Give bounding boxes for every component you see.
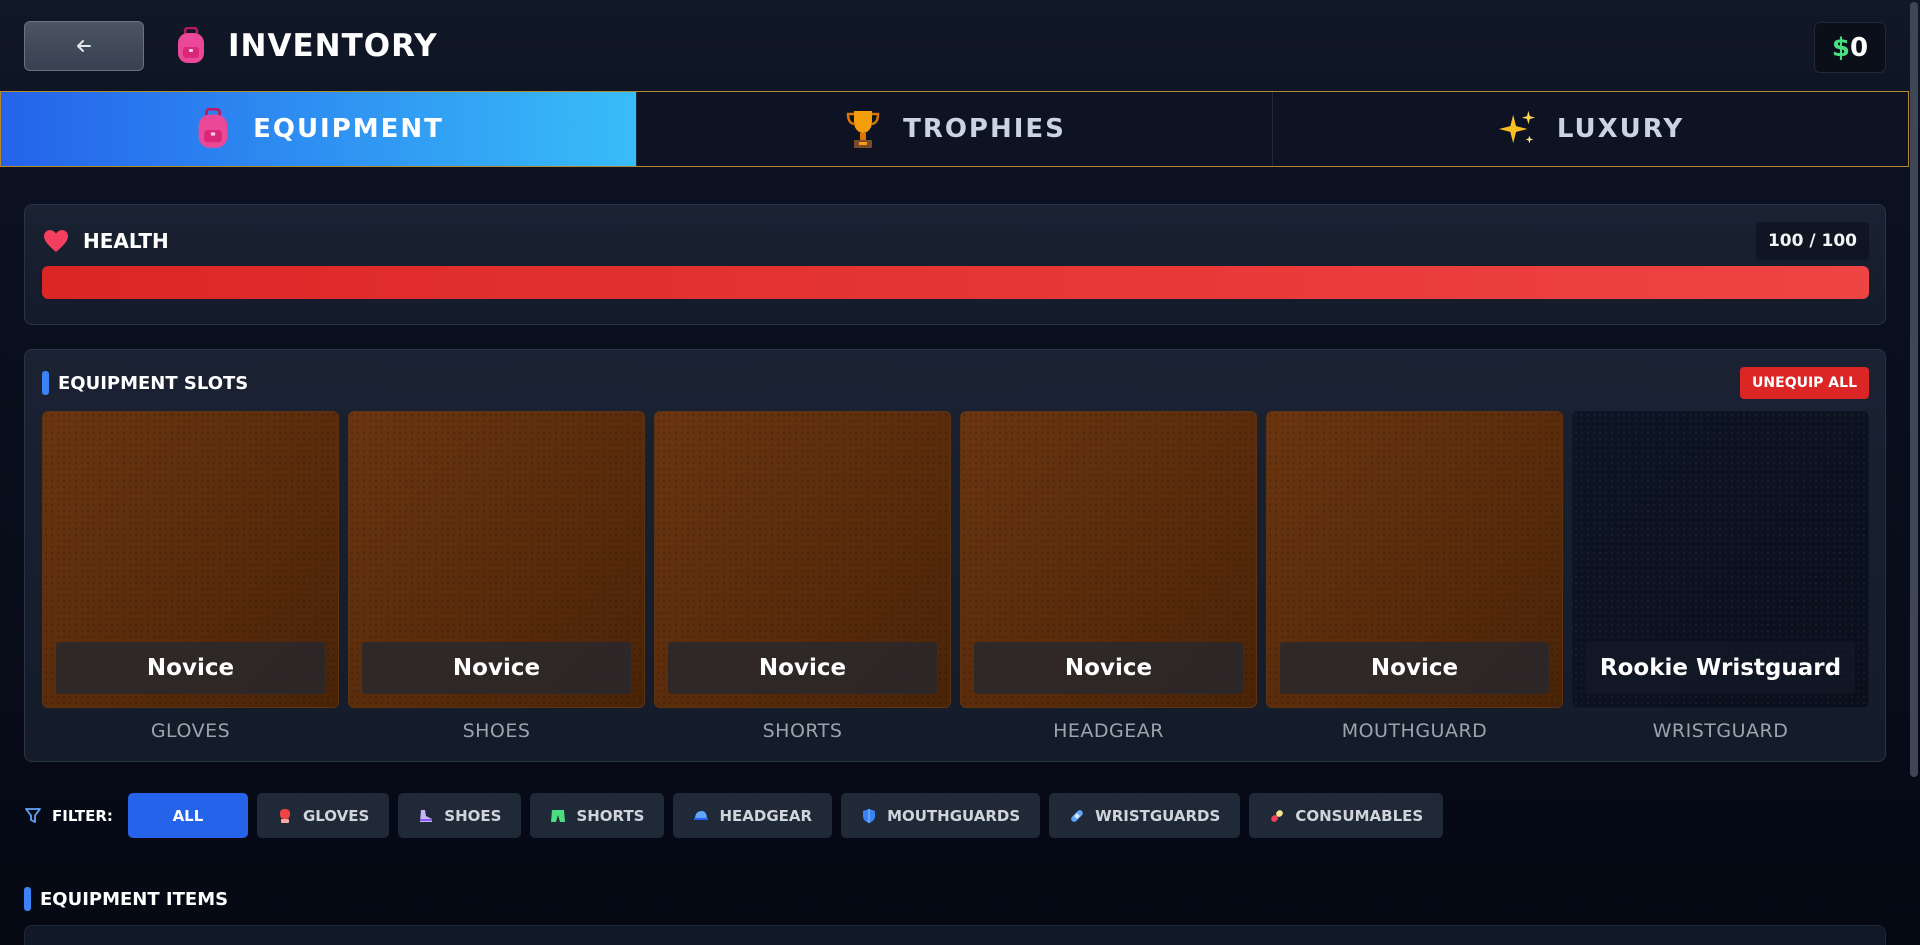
chip-label: HEADGEAR <box>719 806 813 825</box>
filter-chip-gloves[interactable]: GLOVES <box>256 793 390 838</box>
filter-chip-headgear[interactable]: HEADGEAR <box>673 793 833 838</box>
money-symbol: $ <box>1831 32 1850 63</box>
slot-mouthguard: Novice MOUTHGUARD <box>1266 411 1563 742</box>
tab-label: TROPHIES <box>903 114 1066 144</box>
slot-card[interactable]: Novice <box>348 411 645 708</box>
section-title-text: EQUIPMENT SLOTS <box>58 372 249 394</box>
bandage-icon <box>1069 808 1085 824</box>
heart-icon <box>43 227 71 255</box>
slot-grid: Novice GLOVES Novice SHOES Novice SHORTS… <box>42 411 1869 742</box>
sparkles-icon <box>1497 107 1537 151</box>
header: INVENTORY $ 0 <box>0 0 1920 92</box>
chip-label: SHOES <box>444 806 502 825</box>
boxing-glove-icon <box>277 808 293 824</box>
category-tabs: EQUIPMENT TROPHIES LUXURY <box>0 91 1909 167</box>
health-label: HEALTH <box>43 227 169 255</box>
equipment-items-panel <box>24 925 1886 945</box>
slot-card[interactable]: Novice <box>1266 411 1563 708</box>
filter-label-text: FILTER: <box>52 806 113 825</box>
slot-card[interactable]: Rookie Wristguard <box>1572 411 1869 708</box>
money-amount: 0 <box>1850 32 1869 63</box>
section-accent-bar <box>42 371 49 395</box>
shorts-icon <box>550 808 566 824</box>
chip-label: GLOVES <box>302 806 370 825</box>
slot-headgear: Novice HEADGEAR <box>960 411 1257 742</box>
unequip-all-button[interactable]: UNEQUIP ALL <box>1740 367 1869 399</box>
section-title: EQUIPMENT ITEMS <box>24 887 228 911</box>
backpack-icon <box>193 107 233 151</box>
section-title-text: EQUIPMENT ITEMS <box>40 888 229 910</box>
chip-label: ALL <box>172 806 204 825</box>
section-accent-bar <box>24 887 31 911</box>
slot-item-name: Novice <box>56 642 325 694</box>
slot-label: GLOVES <box>150 720 231 742</box>
slot-label: SHORTS <box>762 720 843 742</box>
scrollbar[interactable] <box>1910 2 1918 777</box>
slot-label: SHOES <box>462 720 531 742</box>
filter-chip-wristguards[interactable]: WRISTGUARDS <box>1049 793 1241 838</box>
filter-chip-mouthguards[interactable]: MOUTHGUARDS <box>841 793 1041 838</box>
back-button[interactable] <box>24 21 144 71</box>
slot-card[interactable]: Novice <box>960 411 1257 708</box>
trophy-icon <box>843 107 883 151</box>
slot-item-name: Novice <box>362 642 631 694</box>
health-value: 100 / 100 <box>1755 222 1869 260</box>
slot-shoes: Novice SHOES <box>348 411 645 742</box>
filter-chip-shoes[interactable]: SHOES <box>398 793 522 838</box>
slot-label: MOUTHGUARD <box>1341 720 1488 742</box>
slot-gloves: Novice GLOVES <box>42 411 339 742</box>
arrow-left-icon <box>77 40 91 52</box>
slot-item-name: Rookie Wristguard <box>1586 642 1855 694</box>
backpack-icon <box>174 26 208 66</box>
filter-icon <box>25 807 41 823</box>
health-label-text: HEALTH <box>83 229 169 253</box>
tab-trophies[interactable]: TROPHIES <box>637 92 1273 166</box>
page-title: INVENTORY <box>228 28 438 64</box>
slot-label: WRISTGUARD <box>1652 720 1789 742</box>
filter-chip-consumables[interactable]: CONSUMABLES <box>1249 793 1444 838</box>
money-display: $ 0 <box>1814 22 1886 73</box>
filter-chip-shorts[interactable]: SHORTS <box>530 793 665 838</box>
health-bar <box>42 266 1869 299</box>
slot-card[interactable]: Novice <box>42 411 339 708</box>
filter-label: FILTER: <box>24 807 113 825</box>
pill-icon <box>1269 808 1285 824</box>
slot-item-name: Novice <box>668 642 937 694</box>
cap-icon <box>693 808 709 824</box>
chip-label: SHORTS <box>576 806 645 825</box>
health-panel: HEALTH 100 / 100 <box>24 204 1886 325</box>
slot-wristguard: Rookie Wristguard WRISTGUARD <box>1572 411 1869 742</box>
tab-luxury[interactable]: LUXURY <box>1273 92 1908 166</box>
slot-label: HEADGEAR <box>1053 720 1164 742</box>
slot-item-name: Novice <box>1280 642 1549 694</box>
tab-equipment[interactable]: EQUIPMENT <box>1 92 637 166</box>
slot-card[interactable]: Novice <box>654 411 951 708</box>
health-bar-fill <box>42 266 1869 299</box>
tab-label: LUXURY <box>1556 114 1685 144</box>
chip-label: WRISTGUARDS <box>1095 806 1221 825</box>
shoe-icon <box>418 808 434 824</box>
chip-label: MOUTHGUARDS <box>887 806 1021 825</box>
section-title: EQUIPMENT SLOTS <box>42 371 248 395</box>
filter-chip-all[interactable]: ALL <box>127 793 248 838</box>
chip-label: CONSUMABLES <box>1295 806 1424 825</box>
tab-label: EQUIPMENT <box>253 114 444 144</box>
equipment-slots-panel: EQUIPMENT SLOTS UNEQUIP ALL Novice GLOVE… <box>24 349 1886 762</box>
slot-shorts: Novice SHORTS <box>654 411 951 742</box>
shield-icon <box>861 808 877 824</box>
filter-bar: FILTER: ALL GLOVES SHOES SHORTS HEADGEAR… <box>24 793 1444 838</box>
slot-item-name: Novice <box>974 642 1243 694</box>
